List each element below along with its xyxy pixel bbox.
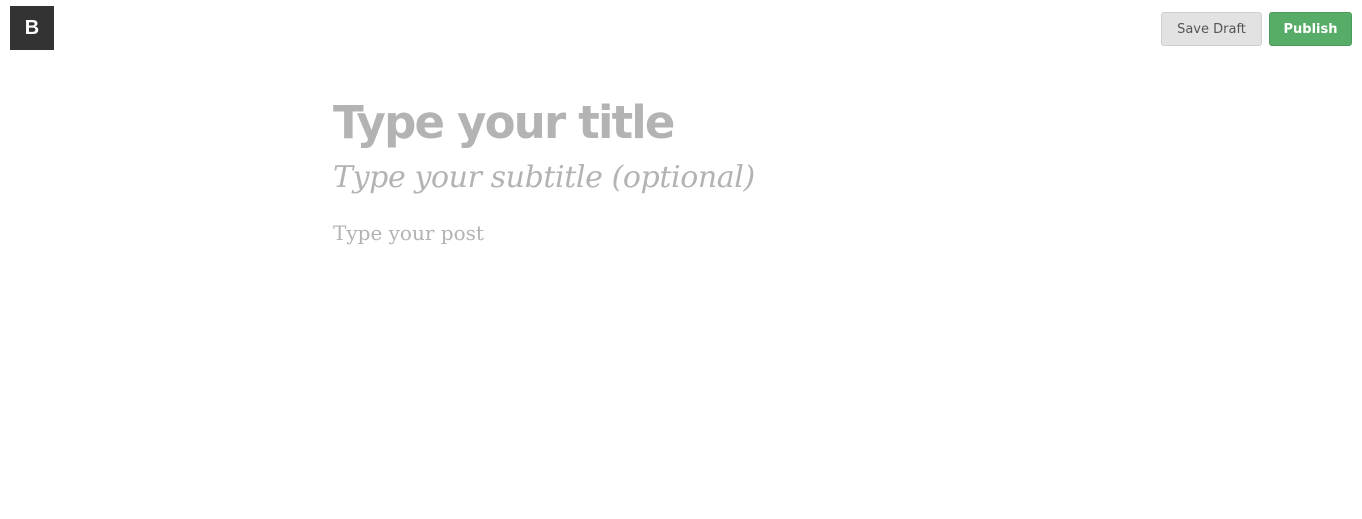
publish-button[interactable]: Publish [1269,12,1352,46]
title-input[interactable]: Type your title [333,90,1033,156]
title-placeholder: Type your title [333,96,675,149]
post-body-input[interactable]: Type your post [333,218,1033,248]
save-draft-label: Save Draft [1177,21,1246,37]
post-editor: Type your title Type your subtitle (opti… [333,90,1033,248]
subtitle-placeholder: Type your subtitle (optional) [333,160,755,195]
logo-letter: B [24,16,40,39]
subtitle-input[interactable]: Type your subtitle (optional) [333,156,1033,200]
publish-label: Publish [1283,21,1338,37]
post-body-placeholder: Type your post [333,221,484,245]
logo[interactable]: B [10,6,54,50]
save-draft-button[interactable]: Save Draft [1161,12,1262,46]
